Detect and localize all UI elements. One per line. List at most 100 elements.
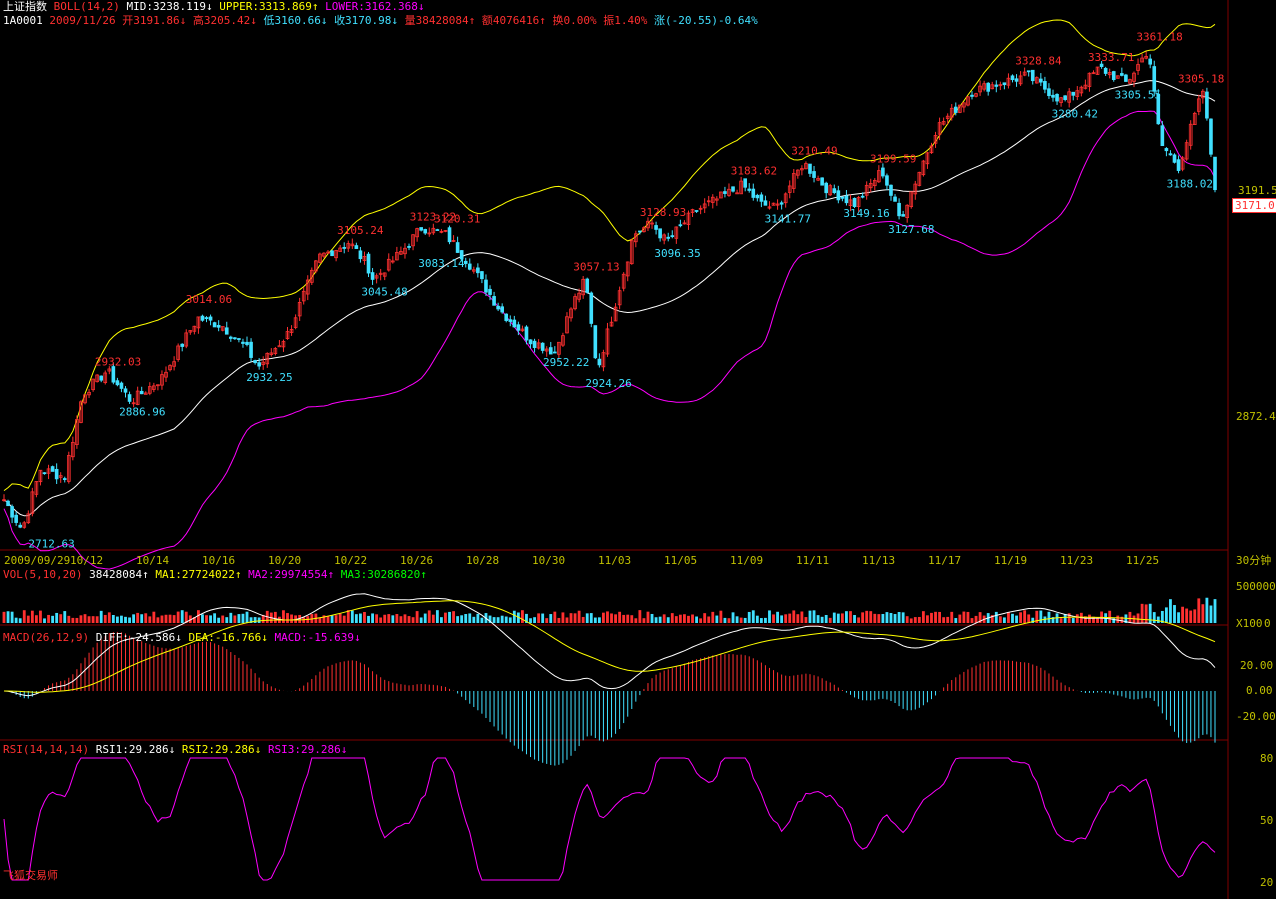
volume-bar bbox=[901, 612, 905, 623]
candle-down bbox=[204, 317, 209, 319]
volume-bar bbox=[776, 611, 779, 623]
volume-bar bbox=[286, 613, 289, 623]
macd-axis-label: 20.00 bbox=[1240, 659, 1274, 672]
candle-down bbox=[759, 194, 764, 202]
volume-bar bbox=[845, 611, 848, 623]
low-price-label: 3305.55 bbox=[1115, 88, 1161, 101]
volume-bar bbox=[241, 613, 245, 623]
candle-down bbox=[1148, 58, 1153, 65]
current-price-tag: 3171.0 bbox=[1232, 198, 1276, 213]
volume-bar bbox=[917, 616, 921, 623]
volume-bar bbox=[589, 613, 593, 623]
quote-amplitude: 振1.40% bbox=[603, 14, 648, 27]
candle-down bbox=[212, 322, 217, 328]
volume-bar bbox=[1144, 604, 1148, 623]
candle-down bbox=[589, 292, 594, 324]
candle-down bbox=[492, 296, 496, 306]
volume-bar bbox=[816, 615, 820, 623]
volume-bar bbox=[788, 613, 792, 623]
candle-down bbox=[889, 184, 893, 196]
date-label: 11/23 bbox=[1060, 554, 1094, 567]
volume-bar bbox=[857, 617, 860, 623]
candle-down bbox=[208, 316, 213, 321]
volume-bar bbox=[930, 612, 933, 623]
volume-bar bbox=[1164, 607, 1168, 623]
quote-volume: 量38428084↑ bbox=[404, 14, 476, 27]
candle-down bbox=[407, 246, 411, 248]
candle-down bbox=[14, 514, 18, 523]
volume-bar bbox=[646, 611, 650, 623]
date-label: 11/11 bbox=[796, 554, 830, 567]
macd-header: MACD(26,12,9) DIFF:-24.586↓ DEA:-16.766↓… bbox=[3, 631, 361, 645]
volume-bar bbox=[456, 616, 460, 623]
date-label: 11/09 bbox=[730, 554, 764, 567]
volume-bar bbox=[881, 613, 885, 623]
index-name: 上证指数 bbox=[3, 0, 47, 13]
candle-down bbox=[897, 202, 901, 217]
volume-bar bbox=[1213, 599, 1217, 623]
candle-down bbox=[216, 325, 221, 328]
volume-bar bbox=[387, 614, 391, 623]
volume-bar bbox=[699, 618, 703, 623]
volume-bar bbox=[954, 618, 958, 623]
date-label: 2009/09/29 bbox=[4, 554, 71, 567]
volume-bar bbox=[1193, 609, 1197, 623]
low-price-label: 3141.77 bbox=[765, 212, 811, 225]
volume-bar bbox=[865, 610, 869, 623]
volume-bar bbox=[812, 610, 816, 623]
volume-bar bbox=[942, 617, 946, 623]
volume-bar bbox=[508, 617, 512, 623]
rsi-axis-label: 20 bbox=[1260, 876, 1274, 889]
volume-bar bbox=[1011, 613, 1014, 623]
candle-down bbox=[994, 84, 999, 87]
volume-bar bbox=[67, 615, 71, 623]
low-price-label: 3096.35 bbox=[654, 247, 700, 260]
volume-bar bbox=[618, 611, 622, 623]
candle-down bbox=[893, 196, 897, 202]
candle-down bbox=[1160, 125, 1165, 147]
candle-down bbox=[1010, 75, 1015, 81]
volume-bar bbox=[22, 610, 26, 623]
candle-down bbox=[484, 279, 488, 293]
volume-bar bbox=[897, 612, 901, 623]
volume-bar bbox=[460, 615, 464, 623]
high-price-label: 3120.31 bbox=[434, 213, 480, 226]
volume-bar bbox=[87, 616, 91, 623]
volume-bar bbox=[1019, 612, 1023, 623]
high-price-label: 3305.18 bbox=[1178, 73, 1224, 86]
price-axis-label: 3191.5 bbox=[1238, 184, 1276, 197]
candle-down bbox=[747, 188, 752, 191]
candle-down bbox=[516, 324, 521, 331]
volume-bar bbox=[225, 617, 229, 623]
candle-down bbox=[812, 171, 816, 178]
candle-down bbox=[1002, 82, 1007, 86]
boll-upper: UPPER:3313.869↑ bbox=[219, 0, 319, 13]
high-price-label: 3210.49 bbox=[791, 144, 837, 157]
candle-down bbox=[1120, 73, 1124, 76]
volume-bar bbox=[909, 618, 913, 623]
volume-bar bbox=[784, 614, 788, 623]
volume-bar bbox=[743, 617, 747, 623]
volume-bar bbox=[342, 615, 346, 623]
candle-down bbox=[467, 263, 472, 270]
volume-bar bbox=[371, 613, 374, 623]
quote-header: 1A0001 2009/11/26 开3191.86↓ 高3205.42↓ 低3… bbox=[3, 14, 758, 28]
volume-bar bbox=[626, 614, 630, 623]
volume-bar bbox=[47, 614, 50, 623]
candle-down bbox=[553, 351, 557, 354]
volume-bar bbox=[958, 614, 962, 623]
volume-bar bbox=[768, 610, 771, 623]
rsi-header: RSI(14,14,14) RSI1:29.286↓ RSI2:29.286↓ … bbox=[3, 743, 347, 757]
volume-bar bbox=[966, 611, 970, 623]
candle-down bbox=[755, 194, 760, 199]
candle-down bbox=[832, 188, 837, 193]
candle-down bbox=[370, 272, 375, 280]
high-price-label: 3361.18 bbox=[1136, 30, 1182, 43]
period-label: 30分钟 bbox=[1236, 554, 1272, 567]
volume-bar bbox=[691, 614, 694, 623]
volume-bar bbox=[43, 618, 46, 623]
volume-bar bbox=[379, 617, 383, 623]
volume-bar bbox=[330, 615, 334, 623]
volume-bar bbox=[662, 614, 666, 623]
candle-down bbox=[548, 347, 553, 355]
